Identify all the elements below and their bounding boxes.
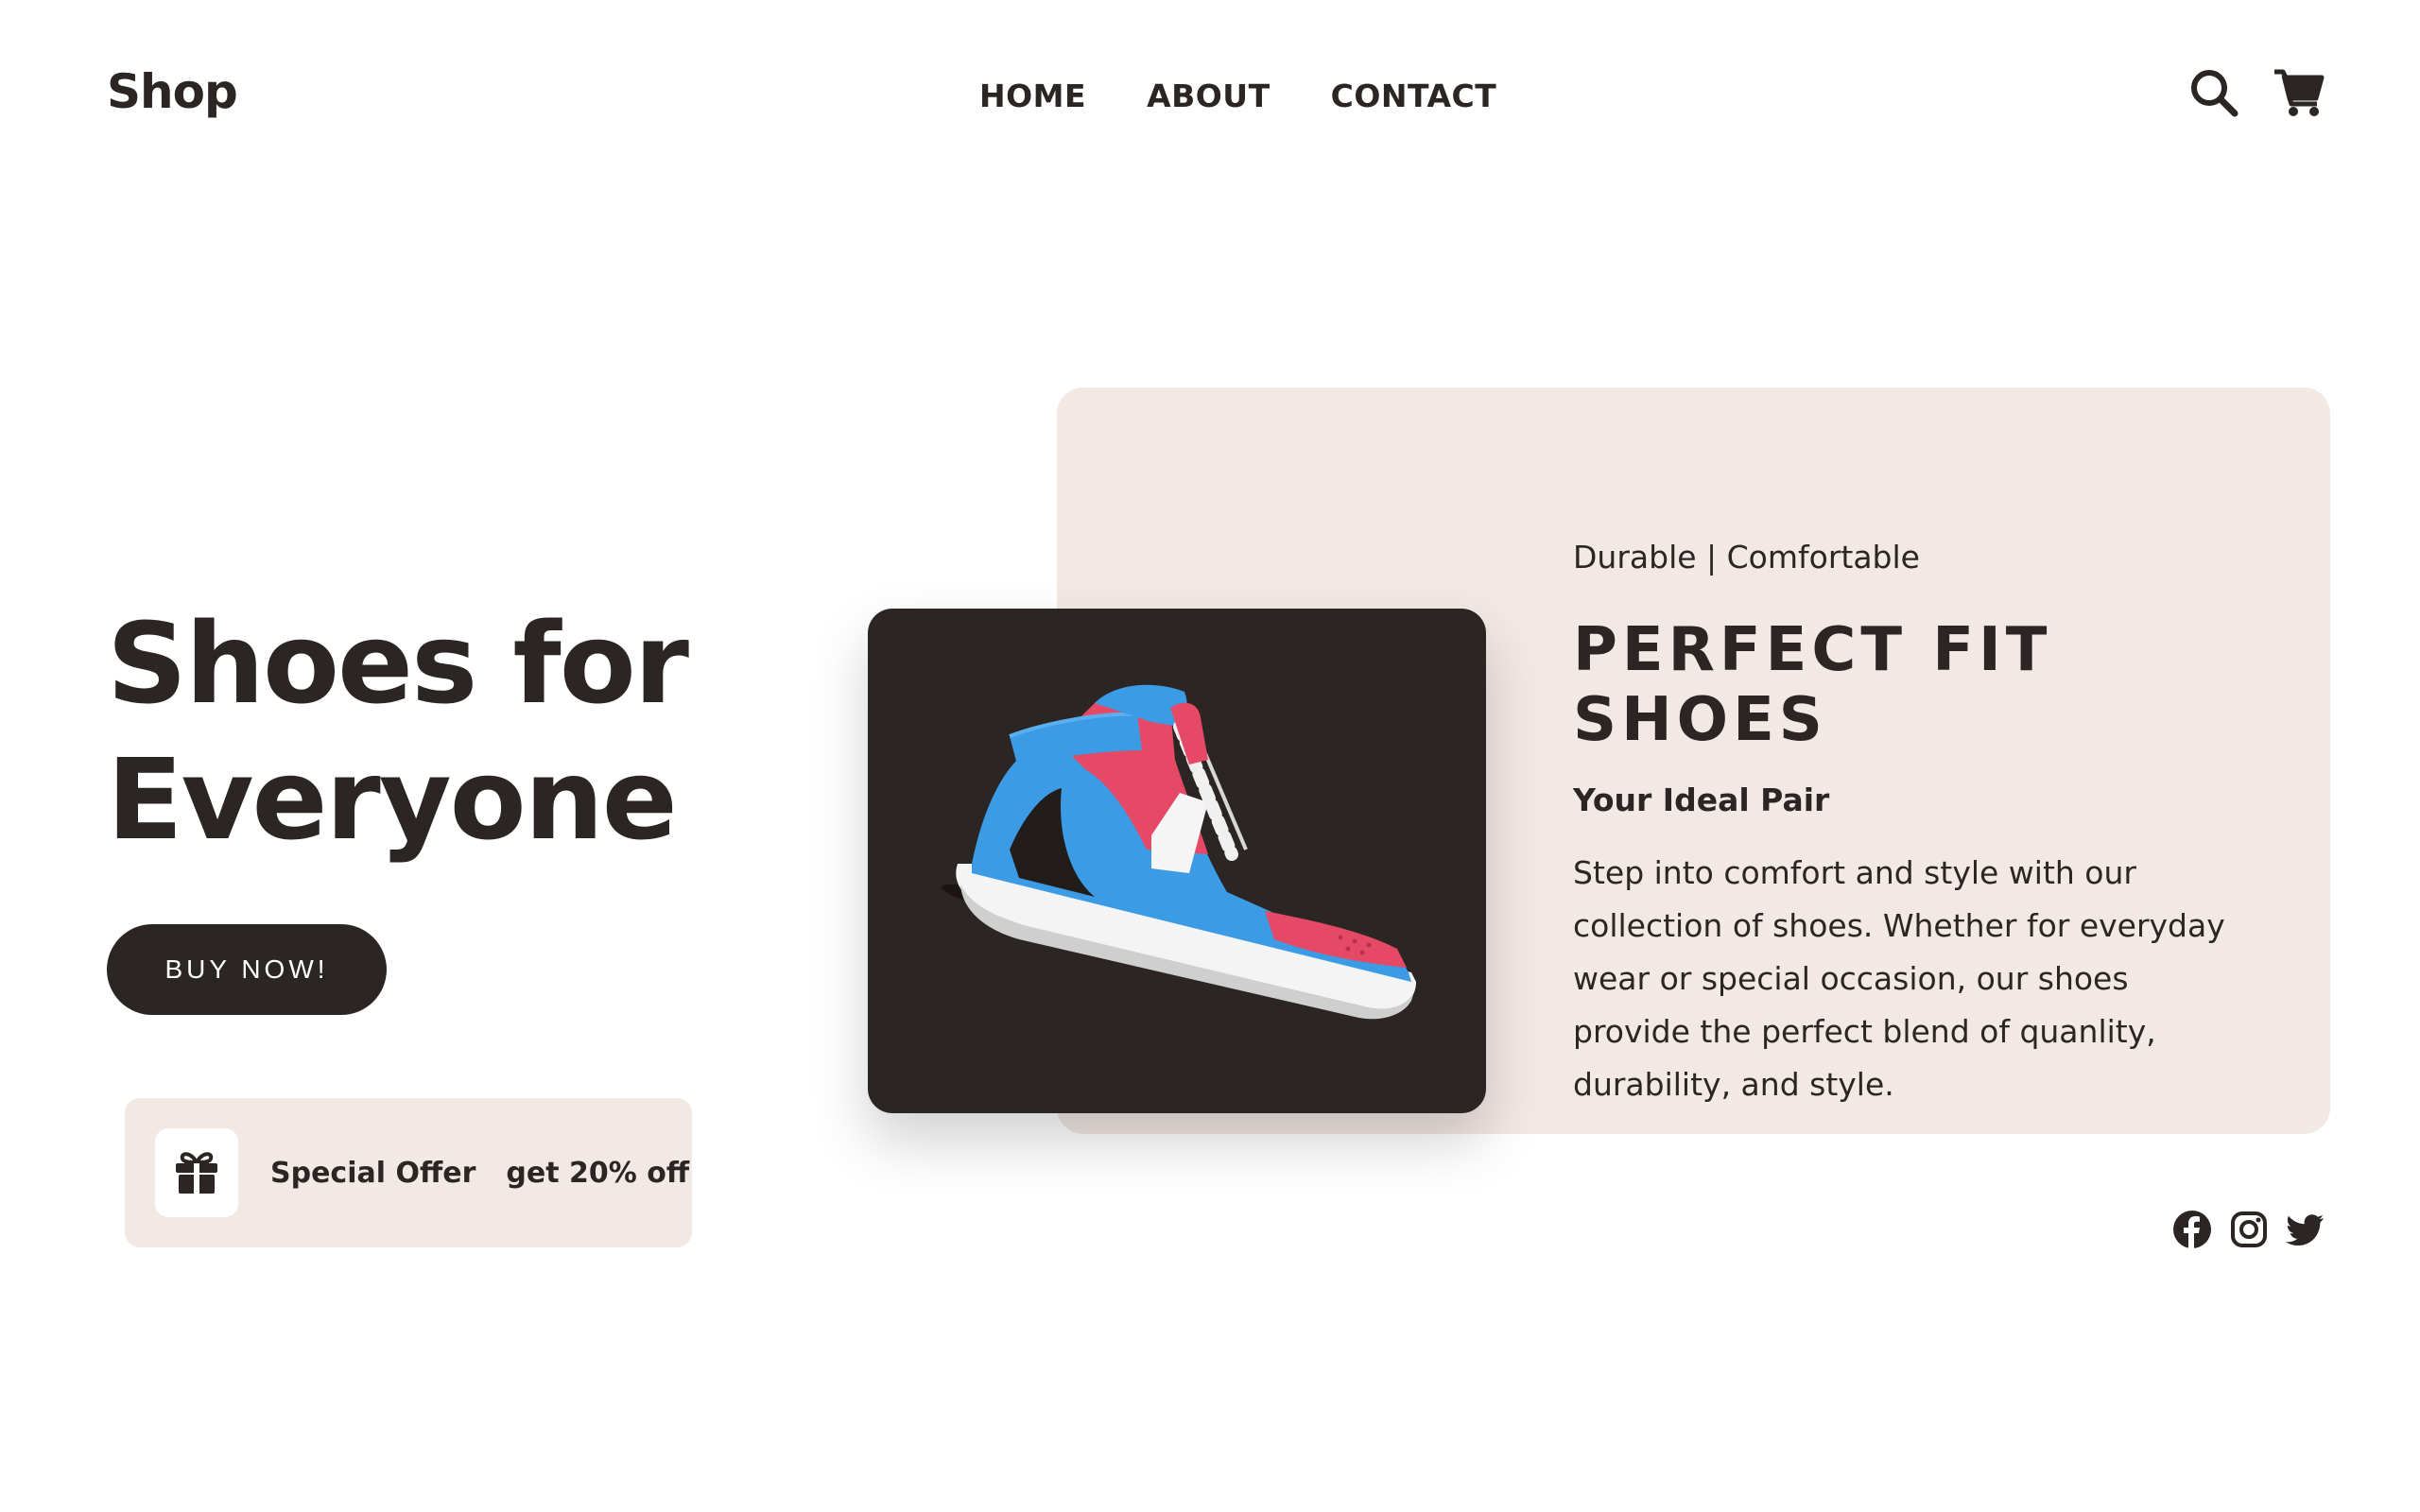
sneaker-image xyxy=(941,684,1416,1020)
page: Shop HOME ABOUT CONTACT Shoes for Everyo… xyxy=(0,0,2420,1512)
special-offer-banner[interactable]: Special Offer get 20% off xyxy=(125,1098,692,1247)
logo[interactable]: Shop xyxy=(107,64,238,119)
instagram-icon[interactable] xyxy=(2229,1210,2269,1249)
twitter-icon[interactable] xyxy=(2286,1210,2325,1249)
hero-title: Shoes for Everyone xyxy=(107,595,689,868)
hero-title-line-1: Shoes for xyxy=(107,598,689,729)
product-subtitle: Your Ideal Pair xyxy=(1573,782,1830,818)
product-title: PERFECT FIT SHOES xyxy=(1573,615,2052,755)
nav-contact[interactable]: CONTACT xyxy=(1331,77,1497,114)
product-details: Durable | Comfortable PERFECT FIT SHOES … xyxy=(1573,539,2291,1111)
main-nav: HOME ABOUT CONTACT xyxy=(979,77,1496,114)
social-links xyxy=(2172,1210,2325,1249)
cart-icon[interactable] xyxy=(2273,66,2325,119)
nav-home[interactable]: HOME xyxy=(979,77,1086,114)
nav-about[interactable]: ABOUT xyxy=(1147,77,1270,114)
gift-icon xyxy=(176,1152,217,1194)
hero-title-line-2: Everyone xyxy=(107,734,678,865)
product-description: Step into comfort and style with our col… xyxy=(1573,854,2225,1103)
buy-now-button[interactable]: BUY NOW! xyxy=(107,924,387,1015)
product-image-frame xyxy=(868,609,1486,1113)
search-icon[interactable] xyxy=(2187,66,2240,119)
offer-text: get 20% off xyxy=(506,1156,690,1190)
offer-title: Special Offer xyxy=(270,1156,476,1190)
gift-icon-box xyxy=(155,1128,238,1217)
product-tagline: Durable | Comfortable xyxy=(1573,539,1920,576)
header-actions xyxy=(2187,66,2325,119)
facebook-icon[interactable] xyxy=(2172,1210,2212,1249)
